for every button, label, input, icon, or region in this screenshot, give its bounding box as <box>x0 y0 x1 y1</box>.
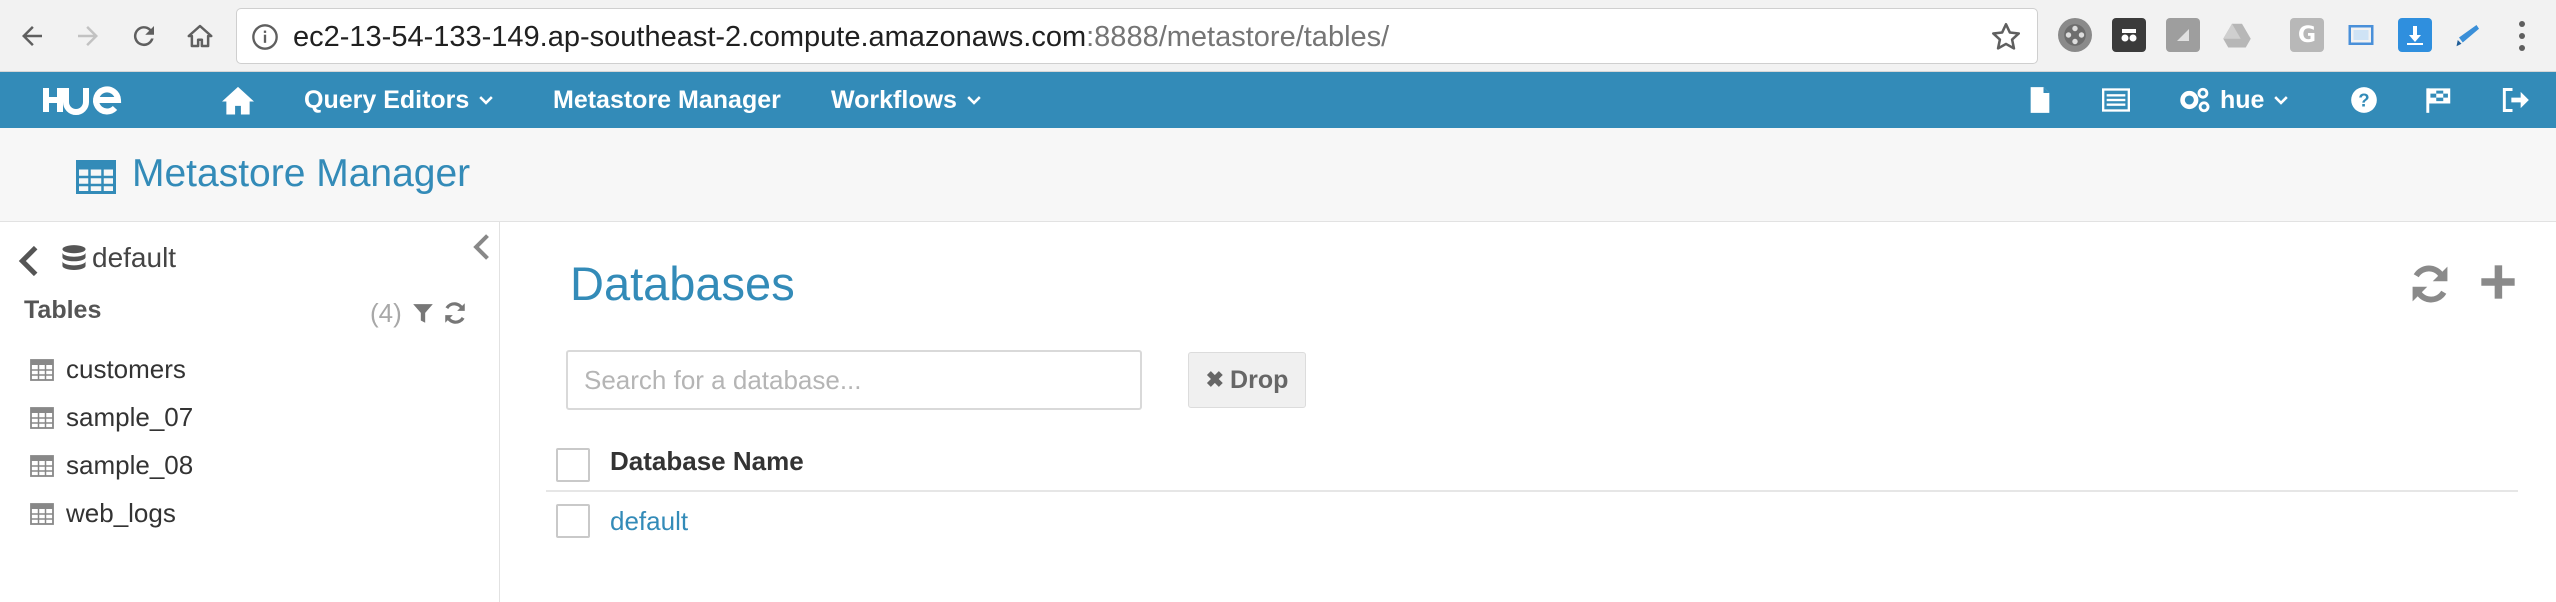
url-path: :8888/metastore/tables/ <box>1086 21 1390 53</box>
workflows-menu[interactable]: Workflows <box>831 72 981 128</box>
home-icon <box>187 24 213 48</box>
table-icon <box>30 407 54 429</box>
document-icon <box>2030 87 2050 113</box>
row-checkbox[interactable] <box>556 504 590 538</box>
flag-icon <box>2426 88 2451 113</box>
workflows-label: Workflows <box>831 85 957 114</box>
current-database[interactable]: default <box>92 242 176 274</box>
extension-download-icon[interactable] <box>2398 18 2432 52</box>
drop-button[interactable]: ✖ Drop <box>1188 352 1306 408</box>
extension-film-icon[interactable] <box>2058 18 2092 52</box>
list-icon <box>2102 88 2130 112</box>
table-item[interactable]: sample_08 <box>0 442 500 490</box>
tour-button[interactable] <box>2424 72 2452 128</box>
bookmark-star-icon[interactable] <box>1989 20 2023 54</box>
tables-list: customers sample_07 sample_08 web_logs <box>0 346 500 538</box>
table-icon <box>30 455 54 477</box>
column-header-database-name: Database Name <box>610 446 804 476</box>
chevron-down-icon <box>479 96 494 105</box>
sign-out-icon <box>2502 88 2529 112</box>
url-text: ec2-13-54-133-149.ap-southeast-2.compute… <box>293 19 1389 55</box>
times-icon: ✖ <box>1205 367 1225 392</box>
tables-heading: Tables <box>24 296 102 324</box>
query-editors-label: Query Editors <box>304 85 470 114</box>
table-item[interactable]: sample_07 <box>0 394 500 442</box>
table-item[interactable]: customers <box>0 346 500 394</box>
table-icon <box>76 160 116 194</box>
search-database-input[interactable] <box>566 350 1142 410</box>
arrow-left-icon <box>22 26 42 46</box>
back-to-databases-icon[interactable] <box>18 246 40 276</box>
arrow-right-icon <box>78 26 98 46</box>
url-host: ec2-13-54-133-149.ap-southeast-2.compute… <box>293 21 1087 53</box>
chevron-down-icon <box>2274 96 2289 105</box>
chevron-down-icon <box>967 96 981 105</box>
database-icon <box>62 245 86 270</box>
table-icon <box>30 503 54 525</box>
table-name: sample_08 <box>66 450 194 480</box>
select-all-checkbox[interactable] <box>556 448 590 482</box>
help-icon: ? <box>2351 87 2377 113</box>
assist-sidebar: default Tables (4) customers sample_07 s… <box>0 222 500 602</box>
browser-toolbar: ec2-13-54-133-149.ap-southeast-2.compute… <box>0 0 2556 72</box>
drop-label: Drop <box>1230 365 1289 394</box>
info-icon[interactable] <box>251 23 279 51</box>
forward-button[interactable] <box>68 16 108 56</box>
svg-text:?: ? <box>2358 89 2369 110</box>
table-name: customers <box>66 354 186 384</box>
database-link[interactable]: default <box>610 506 688 537</box>
back-button[interactable] <box>12 16 52 56</box>
user-menu[interactable]: hue <box>2178 72 2289 128</box>
home-nav-button[interactable] <box>220 72 256 128</box>
extension-paint-icon[interactable] <box>2452 18 2486 52</box>
extension-g-icon[interactable]: G <box>2290 18 2324 52</box>
metastore-manager-label: Metastore Manager <box>553 85 781 114</box>
extension-square-icon[interactable] <box>2166 18 2200 52</box>
databases-title: Databases <box>570 257 795 310</box>
query-editors-menu[interactable]: Query Editors <box>304 72 494 128</box>
refresh-icon[interactable] <box>2408 262 2452 306</box>
extension-drive-icon[interactable] <box>2220 18 2254 52</box>
reload-button[interactable] <box>124 16 164 56</box>
help-button[interactable]: ? <box>2350 72 2378 128</box>
hue-logo[interactable] <box>40 82 160 118</box>
table-item[interactable]: web_logs <box>0 490 500 538</box>
filter-icon[interactable] <box>412 302 434 326</box>
table-icon <box>30 359 54 381</box>
tables-count: (4) <box>370 298 402 328</box>
extension-incognito-icon[interactable] <box>2112 18 2146 52</box>
reload-icon <box>133 26 154 47</box>
extension-screen-icon[interactable] <box>2344 18 2378 52</box>
collapse-sidebar-icon[interactable] <box>470 234 492 260</box>
user-name: hue <box>2220 85 2265 114</box>
page-title: Metastore Manager <box>132 152 471 195</box>
logout-button[interactable] <box>2502 72 2530 128</box>
table-row: default <box>546 494 2518 550</box>
home-button[interactable] <box>180 16 220 56</box>
browser-menu-icon[interactable] <box>2512 18 2532 54</box>
refresh-icon[interactable] <box>442 300 468 326</box>
cogs-icon <box>2180 87 2210 113</box>
documents-button[interactable] <box>2028 72 2052 128</box>
jobs-button[interactable] <box>2102 72 2130 128</box>
hue-navbar: Query Editors Metastore Manager Workflow… <box>0 72 2556 128</box>
table-name: sample_07 <box>66 402 194 432</box>
table-name: web_logs <box>66 498 176 528</box>
databases-table-header: Database Name <box>546 436 2518 492</box>
plus-icon[interactable] <box>2478 262 2518 302</box>
page-header: Metastore Manager <box>0 128 2556 222</box>
metastore-manager-nav[interactable]: Metastore Manager <box>553 72 781 128</box>
home-icon <box>222 86 254 115</box>
hue-logo-icon <box>43 86 122 115</box>
address-bar[interactable]: ec2-13-54-133-149.ap-southeast-2.compute… <box>236 8 2038 64</box>
